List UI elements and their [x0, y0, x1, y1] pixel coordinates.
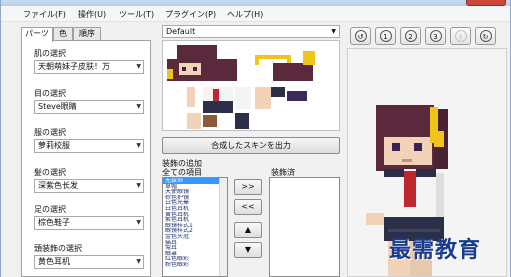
reset-icon: ↺ [354, 30, 367, 42]
reset-view-button[interactable]: ↺ [350, 27, 371, 45]
head-deco-value: 黄色耳机 [38, 257, 70, 266]
chevron-down-icon: ▼ [136, 103, 141, 110]
clothes-select-label: 服の選択 [34, 128, 66, 137]
chevron-down-icon: ▼ [136, 219, 141, 226]
pause-icon: Ⅱ [454, 30, 467, 42]
menu-plugins[interactable]: プラグイン(P) [165, 9, 216, 20]
menu-operation[interactable]: 操作(U) [78, 9, 106, 20]
menu-tools[interactable]: ツール(T) [119, 9, 154, 20]
eye-value: Steve眼睛 [38, 102, 77, 111]
hair-select[interactable]: 深紫色长发 ▼ [34, 179, 144, 193]
menu-bar: ファイル(F) 操作(U) ツール(T) プラグイン(P) ヘルプ(H) [1, 6, 510, 22]
equipped-decorations-list[interactable] [269, 177, 340, 277]
move-up-button[interactable]: ▲ [234, 222, 262, 238]
add-decoration-button[interactable]: >> [234, 179, 262, 195]
skin-select-label: 肌の選択 [34, 49, 66, 58]
loop-animation-button[interactable]: ↻ [475, 27, 496, 45]
pause-animation-button[interactable]: Ⅱ [450, 27, 471, 45]
head-deco-select-label: 頭装飾の選択 [34, 244, 82, 253]
clothes-select[interactable]: 萝莉校服 ▼ [34, 139, 144, 153]
chevron-down-icon: ▼ [331, 28, 336, 35]
view-1-button[interactable]: 1 [375, 27, 396, 45]
app-window: ファイル(F) 操作(U) ツール(T) プラグイン(P) ヘルプ(H) パーツ… [0, 0, 511, 277]
chevron-down-icon: ▼ [136, 142, 141, 149]
eye-select[interactable]: Steve眼睛 ▼ [34, 100, 144, 114]
head-deco-select[interactable]: 黄色耳机 ▼ [34, 255, 144, 269]
view-2-button[interactable]: 2 [400, 27, 421, 45]
decoration-list-item[interactable]: 粉色眼彩 [163, 262, 227, 268]
chevron-down-icon: ▼ [136, 182, 141, 189]
loop-icon: ↻ [479, 30, 492, 42]
move-down-button[interactable]: ▼ [234, 242, 262, 258]
eye-select-label: 目の選択 [34, 89, 66, 98]
view-3-button[interactable]: 3 [425, 27, 446, 45]
chevron-down-icon: ▼ [136, 63, 141, 70]
view-1-icon: 1 [379, 30, 392, 42]
feet-select[interactable]: 棕色鞋子 ▼ [34, 216, 144, 230]
view-2-icon: 2 [404, 30, 417, 42]
tab-parts[interactable]: パーツ [21, 27, 53, 42]
skin-preset-value: Default [166, 27, 196, 36]
tab-color[interactable]: 色 [53, 27, 73, 41]
hair-select-label: 髪の選択 [34, 168, 66, 177]
feet-select-label: 足の選択 [34, 205, 66, 214]
feet-value: 棕色鞋子 [38, 218, 70, 227]
skin-preset-select[interactable]: Default ▼ [162, 25, 340, 38]
skin-texture-image [167, 45, 315, 129]
skin-part-select[interactable]: 天朝萌妹子皮肤！万 ▼ [34, 60, 144, 74]
clothes-value: 萝莉校服 [38, 141, 70, 150]
all-decorations-list[interactable]: 无装饰 草帽 天使眼镜 棕色护镜 白色光晕 白色耳机 黄色耳机 紫色耳机 眼镜样式1 眼镜样式2 金… [162, 177, 228, 277]
hair-value: 深紫色长发 [38, 181, 78, 190]
menu-help[interactable]: ヘルプ(H) [227, 9, 263, 20]
tab-order[interactable]: 順序 [73, 27, 101, 41]
decor-list-scrollbar[interactable] [219, 178, 227, 276]
parts-panel: 肌の選択 天朝萌妹子皮肤！万 ▼ 目の選択 Steve眼睛 ▼ 服の選択 萝莉校服 ▼… [21, 40, 151, 277]
skin-texture-preview [162, 40, 340, 131]
chevron-down-icon: ▼ [136, 258, 141, 265]
watermark-text: 最需教育 [389, 237, 482, 263]
view-3-icon: 3 [429, 30, 442, 42]
export-merged-skin-button[interactable]: 合成したスキンを出力 [162, 137, 340, 154]
menu-file[interactable]: ファイル(F) [23, 9, 66, 20]
remove-decoration-button[interactable]: << [234, 199, 262, 215]
skin-part-value: 天朝萌妹子皮肤！万 [38, 62, 110, 71]
